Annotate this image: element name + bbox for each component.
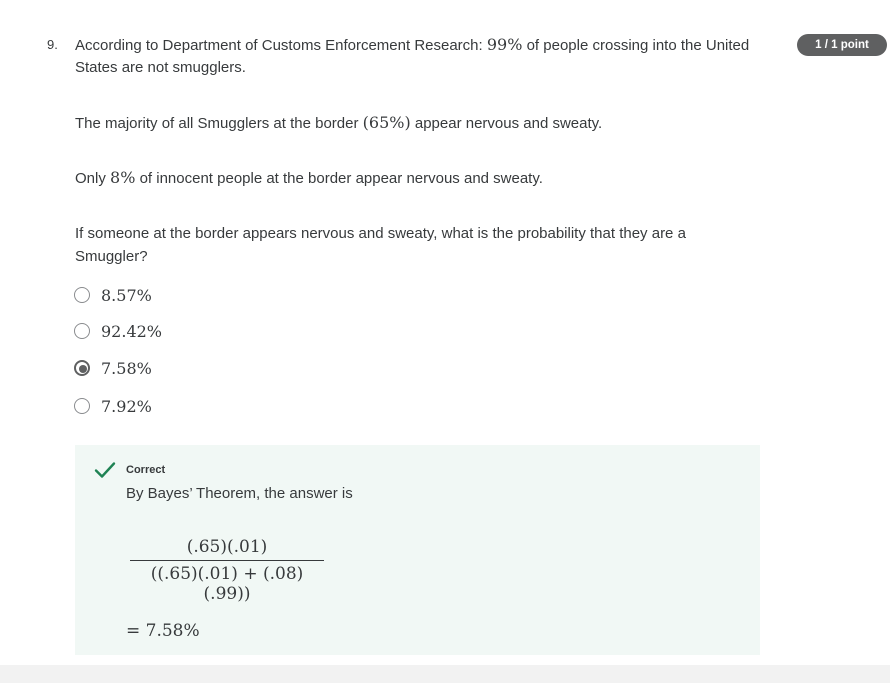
answer-option-selected[interactable]: 7.58%: [74, 357, 152, 379]
math-value: 99%: [486, 35, 523, 54]
fraction-denominator: ((.65)(.01) + (.08)(.99)): [150, 564, 304, 604]
option-label: 92.42%: [101, 321, 163, 341]
feedback-explanation: By Bayes’ Theorem, the answer is: [126, 485, 353, 502]
feedback-result: = 7.58%: [126, 621, 200, 641]
option-label: 7.58%: [101, 358, 152, 378]
answer-option[interactable]: 8.57%: [74, 284, 152, 306]
text: appear nervous and sweaty.: [410, 115, 603, 132]
answer-option[interactable]: 92.42%: [74, 320, 162, 342]
question-paragraph: According to Department of Customs Enfor…: [75, 34, 755, 79]
question-prompt: If someone at the border appears nervous…: [75, 223, 755, 268]
text: Only: [75, 170, 111, 187]
points-badge: 1 / 1 point: [797, 34, 887, 56]
radio-button[interactable]: [74, 287, 90, 303]
bayes-fraction: (.65)(.01) ((.65)(.01) + (.08)(.99)): [130, 537, 324, 604]
checkmark-icon: [94, 461, 116, 484]
feedback-status: Correct: [126, 464, 166, 476]
radio-button-selected[interactable]: [74, 360, 90, 376]
fraction-numerator: (.65)(.01): [186, 537, 268, 557]
math-value: (65%): [362, 113, 411, 132]
bottom-divider: [0, 665, 890, 683]
feedback-panel: Correct By Bayes’ Theorem, the answer is…: [75, 445, 760, 655]
option-label: 8.57%: [101, 285, 152, 305]
text: of innocent people at the border appear …: [135, 170, 543, 187]
option-label: 7.92%: [101, 396, 152, 416]
text: According to Department of Customs Enfor…: [75, 37, 487, 54]
radio-button[interactable]: [74, 323, 90, 339]
question-paragraph: Only 8% of innocent people at the border…: [75, 167, 755, 190]
radio-button[interactable]: [74, 398, 90, 414]
question-paragraph: The majority of all Smugglers at the bor…: [75, 112, 755, 135]
answer-option[interactable]: 7.92%: [74, 395, 152, 417]
math-value: 8%: [110, 168, 136, 187]
text: If someone at the border appears nervous…: [75, 225, 686, 265]
text: The majority of all Smugglers at the bor…: [75, 115, 363, 132]
question-number: 9.: [47, 37, 58, 52]
